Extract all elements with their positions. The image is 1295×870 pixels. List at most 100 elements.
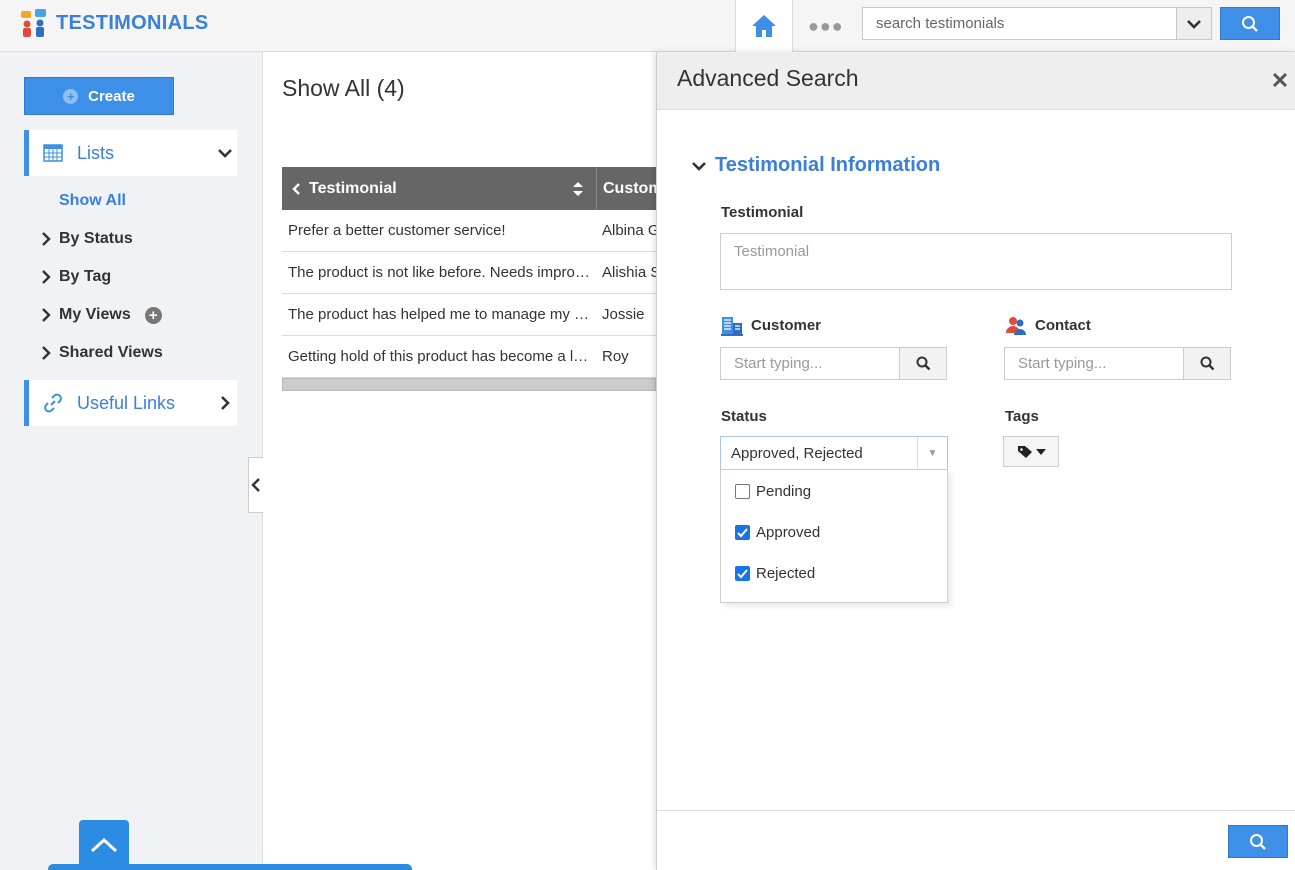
chevron-right-icon bbox=[42, 308, 51, 322]
sidebar-item-by-status[interactable]: By Status bbox=[40, 230, 133, 248]
caret-down-icon bbox=[1035, 448, 1046, 455]
status-dropdown-menu: Pending Approved Rejected bbox=[720, 469, 948, 603]
sidebar: + Create Lists Show All By Status By Tag… bbox=[0, 52, 263, 870]
column-header-testimonial[interactable]: Testimonial bbox=[282, 167, 597, 210]
status-option-rejected[interactable]: Rejected bbox=[735, 565, 815, 582]
table-row[interactable]: The product is not like before. Needs im… bbox=[282, 252, 656, 294]
chevron-down-icon bbox=[1187, 19, 1201, 29]
status-selected-value: Approved, Rejected bbox=[731, 444, 863, 462]
global-search-input[interactable] bbox=[863, 8, 1176, 39]
advanced-search-submit-button[interactable] bbox=[1228, 825, 1288, 858]
customer-cell: Roy bbox=[602, 348, 629, 365]
add-view-icon[interactable]: + bbox=[144, 306, 162, 324]
customer-cell: Jossie bbox=[602, 306, 645, 323]
field-label-text: Tags bbox=[1005, 408, 1039, 425]
chevron-right-icon bbox=[42, 346, 51, 360]
checkmark-icon bbox=[737, 527, 748, 537]
option-label: Approved bbox=[756, 524, 821, 541]
chevron-right-icon bbox=[221, 396, 230, 410]
sidebar-item-label: Shared Views bbox=[59, 344, 163, 361]
column-header-label: Testimonial bbox=[309, 179, 397, 197]
close-icon[interactable] bbox=[1269, 69, 1291, 91]
scroll-to-top-button[interactable] bbox=[79, 820, 129, 870]
chevron-down-icon bbox=[218, 149, 232, 158]
customer-field-label: Customer bbox=[720, 314, 821, 336]
more-options[interactable]: ●●● bbox=[808, 16, 844, 37]
search-icon bbox=[1200, 356, 1214, 371]
contact-field-label: Contact bbox=[1004, 314, 1091, 336]
checkbox-unchecked[interactable] bbox=[735, 484, 750, 499]
advanced-search-footer bbox=[657, 810, 1295, 870]
search-icon bbox=[1250, 833, 1266, 850]
sidebar-item-by-tag[interactable]: By Tag bbox=[40, 268, 111, 286]
lists-panel[interactable]: Lists bbox=[24, 130, 237, 176]
section-toggle-testimonial-information[interactable]: Testimonial Information bbox=[691, 154, 940, 177]
grid-header: Testimonial Customer bbox=[282, 167, 656, 210]
option-label: Pending bbox=[756, 483, 812, 500]
create-button[interactable]: + Create bbox=[24, 77, 174, 115]
tags-dropdown-button[interactable] bbox=[1003, 436, 1059, 467]
customer-cell: Albina G bbox=[602, 222, 656, 239]
status-option-approved[interactable]: Approved bbox=[735, 524, 820, 541]
useful-links-label: Useful Links bbox=[77, 392, 176, 413]
testimonial-cell: Getting hold of this product has become … bbox=[288, 348, 597, 365]
useful-links-panel[interactable]: Useful Links bbox=[24, 380, 237, 426]
table-row[interactable]: The product has helped me to manage my b… bbox=[282, 294, 656, 336]
grid-horizontal-scrollbar[interactable] bbox=[282, 378, 656, 391]
testimonial-field-label: Testimonial bbox=[721, 204, 803, 221]
field-label-text: Testimonial bbox=[721, 204, 804, 221]
sidebar-item-label: My Views bbox=[59, 306, 131, 323]
advanced-search-title: Advanced Search bbox=[677, 65, 859, 91]
home-icon bbox=[752, 15, 776, 37]
testimonials-logo-icon bbox=[20, 8, 48, 38]
page-title: Show All (4) bbox=[282, 75, 405, 101]
home-tab[interactable] bbox=[735, 0, 793, 52]
contacts-icon bbox=[1006, 317, 1026, 335]
customer-input[interactable] bbox=[721, 348, 899, 379]
sidebar-item-my-views[interactable]: My Views + bbox=[40, 306, 162, 324]
sidebar-item-label: By Status bbox=[59, 230, 133, 247]
plus-icon: + bbox=[63, 88, 79, 104]
checkbox-checked[interactable] bbox=[735, 525, 750, 540]
top-bar: TESTIMONIALS ●●● bbox=[0, 0, 1295, 52]
tag-icon bbox=[1017, 445, 1032, 458]
table-row[interactable]: Getting hold of this product has become … bbox=[282, 336, 656, 378]
column-header-label: Customer bbox=[603, 179, 656, 197]
customer-search-button[interactable] bbox=[899, 348, 946, 379]
contact-search-button[interactable] bbox=[1183, 348, 1230, 379]
app-logo[interactable]: TESTIMONIALS bbox=[20, 8, 209, 38]
calendar-grid-icon bbox=[43, 144, 63, 162]
sidebar-item-shared-views[interactable]: Shared Views bbox=[40, 344, 163, 362]
sidebar-item-show-all[interactable]: Show All bbox=[59, 192, 126, 210]
option-label: Rejected bbox=[756, 565, 816, 582]
building-icon bbox=[721, 317, 743, 336]
field-label-text: Status bbox=[721, 408, 767, 425]
testimonial-cell: The product has helped me to manage my b… bbox=[288, 306, 597, 323]
link-icon bbox=[44, 393, 62, 413]
checkmark-icon bbox=[737, 568, 748, 578]
field-label-text: Contact bbox=[1035, 316, 1091, 334]
checkbox-checked[interactable] bbox=[735, 566, 750, 581]
testimonial-cell: Prefer a better customer service! bbox=[288, 222, 506, 239]
advanced-search-panel: Advanced Search Testimonial Information … bbox=[656, 52, 1295, 870]
app-title: TESTIMONIALS bbox=[56, 11, 209, 34]
section-title: Testimonial Information bbox=[715, 154, 941, 176]
contact-input[interactable] bbox=[1005, 348, 1183, 379]
status-option-pending[interactable]: Pending bbox=[735, 483, 811, 500]
search-dropdown-toggle[interactable] bbox=[1176, 8, 1211, 39]
global-search-button[interactable] bbox=[1220, 7, 1280, 40]
testimonial-input[interactable] bbox=[720, 233, 1232, 290]
customer-lookup bbox=[720, 347, 947, 380]
field-label-text: Customer bbox=[751, 316, 822, 334]
column-header-customer[interactable]: Customer bbox=[597, 167, 656, 210]
sort-icon[interactable] bbox=[572, 181, 584, 197]
table-row[interactable]: Prefer a better customer service! Albina… bbox=[282, 210, 656, 252]
sidebar-collapse-handle[interactable] bbox=[248, 457, 263, 513]
caret-down-icon: ▼ bbox=[917, 437, 947, 469]
create-label: Create bbox=[88, 87, 135, 105]
status-multiselect[interactable]: Approved, Rejected ▼ bbox=[720, 436, 948, 470]
contact-lookup bbox=[1004, 347, 1231, 380]
chevron-left-icon bbox=[292, 182, 300, 195]
chevron-left-icon bbox=[251, 478, 260, 492]
search-icon bbox=[1242, 15, 1258, 32]
